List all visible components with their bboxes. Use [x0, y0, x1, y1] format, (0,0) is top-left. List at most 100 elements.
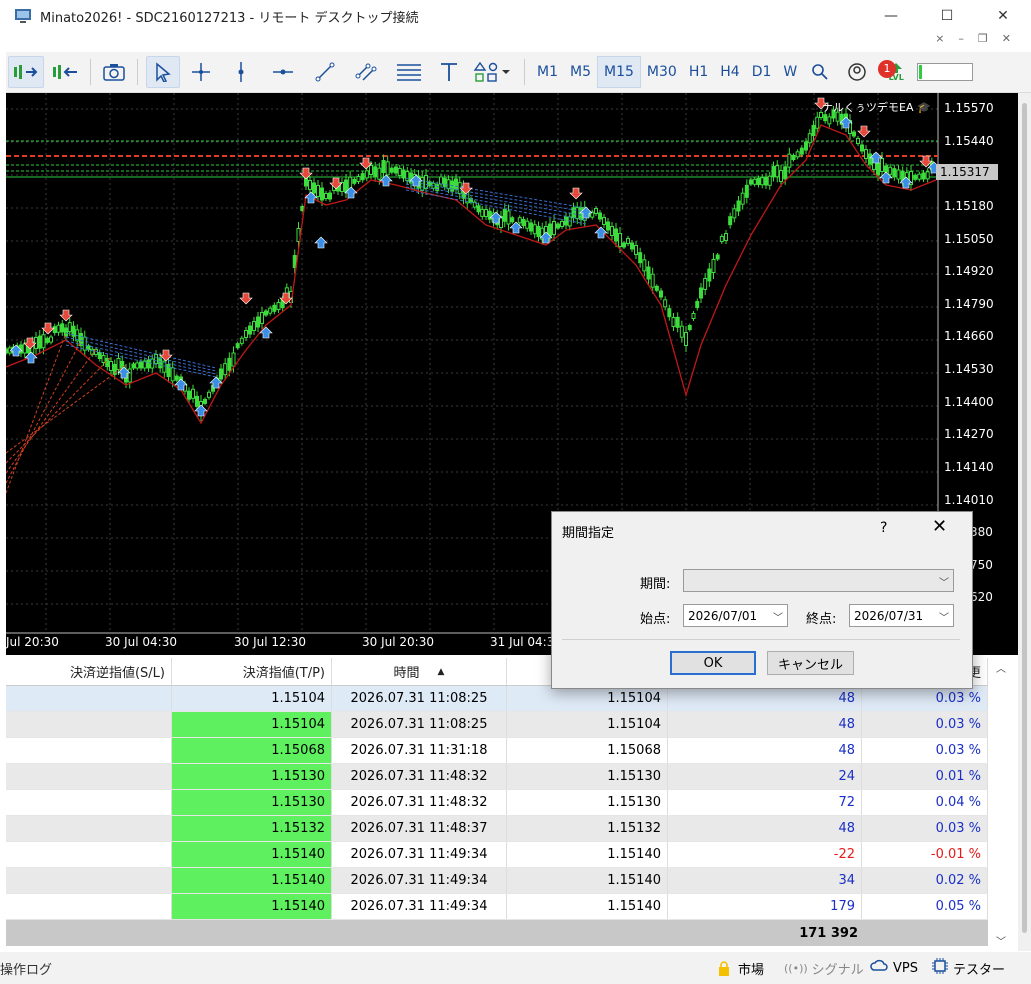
table-scrollbar[interactable]: ︿ ﹀ — [988, 658, 1018, 950]
table-row[interactable]: 1.15130 2026.07.31 11:48:32 1.15130 72 0.04 … — [6, 790, 988, 816]
table-row[interactable]: 1.15140 2026.07.31 11:49:34 1.15140 34 0.02 … — [6, 868, 988, 894]
timeframe-m1[interactable]: M1 — [531, 57, 564, 87]
dialog-close-button[interactable]: ✕ — [932, 516, 947, 537]
candle-body — [369, 165, 373, 175]
candle-body — [377, 167, 382, 180]
scroll-up-icon[interactable]: ︿ — [996, 660, 1006, 675]
window-scrollbar[interactable] — [1018, 93, 1031, 951]
candle-body — [502, 208, 507, 222]
account-icon[interactable] — [839, 57, 875, 87]
table-row[interactable]: 1.15140 2026.07.31 11:49:34 1.15140 179 0.05… — [6, 894, 988, 920]
time-tick: 30 Jul 20:30 — [362, 635, 434, 649]
candle-body — [385, 161, 390, 176]
candle-body — [203, 398, 207, 404]
minimize-button[interactable]: — — [863, 0, 919, 32]
mdi-minimize-icon[interactable]: – — [958, 32, 964, 45]
table-row[interactable]: 1.15132 2026.07.31 11:48:37 1.15132 48 0.03 … — [6, 816, 988, 842]
maximize-button[interactable]: ☐ — [919, 0, 975, 32]
candle-body — [187, 390, 191, 400]
candle-body — [174, 375, 179, 381]
mdi-restore-icon[interactable]: ❐ — [978, 32, 988, 45]
candle-body — [41, 334, 46, 349]
candle-body — [195, 395, 199, 407]
candle-body — [82, 336, 87, 351]
scroll-down-icon[interactable]: ﹀ — [996, 933, 1006, 948]
candle-body — [272, 304, 277, 312]
candle-body — [728, 216, 733, 226]
candle-body — [139, 361, 143, 369]
table-row[interactable]: 1.15130 2026.07.31 11:48:32 1.15130 24 0.01 … — [6, 764, 988, 790]
candle-body — [699, 287, 703, 299]
vps-tab[interactable]: VPS — [870, 959, 918, 977]
toolbar-separator — [90, 59, 91, 85]
fibonacci-icon[interactable] — [390, 57, 428, 87]
trendline-icon[interactable] — [306, 57, 344, 87]
search-icon[interactable] — [805, 57, 835, 87]
screenshot-icon[interactable] — [99, 57, 129, 87]
close-button[interactable]: ✕ — [975, 0, 1031, 32]
table-row[interactable]: 1.15140 2026.07.31 11:49:34 1.15140 -22 -0.0… — [6, 842, 988, 868]
candle-body — [389, 167, 394, 173]
cursor-icon[interactable] — [146, 56, 180, 88]
header-tp[interactable]: 決済指値(T/P) — [172, 658, 332, 685]
candle-body — [352, 178, 357, 184]
cell-price: 1.15130 — [507, 764, 668, 789]
start-date-field[interactable]: 2026/07/01 ﹀ — [683, 604, 788, 627]
chevron-down-icon[interactable]: ﹀ — [939, 609, 949, 624]
header-sl[interactable]: 決済逆指値(S/L) — [6, 658, 172, 685]
timeframe-m15[interactable]: M15 — [597, 56, 641, 88]
tester-tab[interactable]: テスター — [932, 958, 1005, 978]
candle-body — [131, 363, 136, 369]
timeframe-w[interactable]: W — [777, 57, 803, 87]
scroll-right-icon[interactable] — [8, 56, 44, 88]
window-scroll-thumb[interactable] — [1022, 103, 1027, 933]
candle-body — [684, 332, 688, 346]
period-select[interactable]: ﹀ — [683, 569, 954, 592]
vertical-line-icon[interactable] — [222, 57, 260, 87]
timeframe-h1[interactable]: H1 — [683, 57, 714, 87]
candle-body — [614, 228, 618, 242]
candle-body — [308, 180, 312, 190]
candle-body — [37, 335, 42, 349]
text-icon[interactable] — [432, 57, 466, 87]
order-line — [6, 364, 127, 454]
table-row[interactable]: 1.15104 2026.07.31 11:08:25 1.15104 48 0.03 … — [6, 712, 988, 738]
cancel-button[interactable]: キャンセル — [767, 651, 854, 675]
chevron-down-icon[interactable]: ﹀ — [773, 609, 783, 624]
candle-body — [316, 185, 320, 197]
candle-body — [642, 259, 647, 272]
cell-tp: 1.15130 — [172, 764, 332, 789]
header-time[interactable]: 時間 ▲ — [332, 658, 507, 685]
candle-body — [252, 321, 256, 331]
candle-body — [917, 173, 922, 180]
toolbar-separator — [524, 59, 525, 85]
price-tick: 1.14270 — [944, 427, 994, 441]
price-tick: 1.14790 — [944, 297, 994, 311]
timeframe-h4[interactable]: H4 — [714, 57, 745, 87]
channel-icon[interactable] — [348, 57, 386, 87]
candle-body — [634, 245, 638, 255]
crosshair-icon[interactable] — [184, 57, 218, 87]
table-row[interactable]: 1.15068 2026.07.31 11:31:18 1.15068 48 0.03 … — [6, 738, 988, 764]
table-row[interactable]: 1.15104 2026.07.31 11:08:25 1.15104 48 0.03 … — [6, 686, 988, 712]
timeframe-m5[interactable]: M5 — [564, 57, 597, 87]
price-tick: 1.14920 — [944, 264, 994, 278]
journal-tab[interactable]: 操作ログ — [0, 959, 52, 978]
timeframe-m30[interactable]: M30 — [641, 57, 683, 87]
signal-tab[interactable]: ((•)) シグナル — [784, 959, 864, 978]
timeframe-d1[interactable]: D1 — [746, 57, 778, 87]
price-tick: 1.15570 — [944, 101, 994, 115]
candle-body — [300, 206, 305, 211]
end-date-field[interactable]: 2026/07/31 ﹀ — [849, 604, 954, 627]
candle-body — [594, 208, 598, 214]
chart-shift-icon[interactable] — [48, 57, 82, 87]
horizontal-line-icon[interactable] — [264, 57, 302, 87]
dialog-help-button[interactable]: ? — [880, 520, 887, 536]
candle-body — [864, 149, 868, 159]
mdi-close-icon[interactable]: ✕ — [1002, 32, 1011, 45]
candle-body — [711, 259, 716, 273]
ok-button[interactable]: OK — [670, 651, 756, 675]
market-tab[interactable]: 市場 — [718, 959, 764, 978]
shapes-dropdown-icon[interactable] — [470, 57, 516, 87]
mdi-pin-icon[interactable]: ⨯ — [935, 32, 944, 45]
